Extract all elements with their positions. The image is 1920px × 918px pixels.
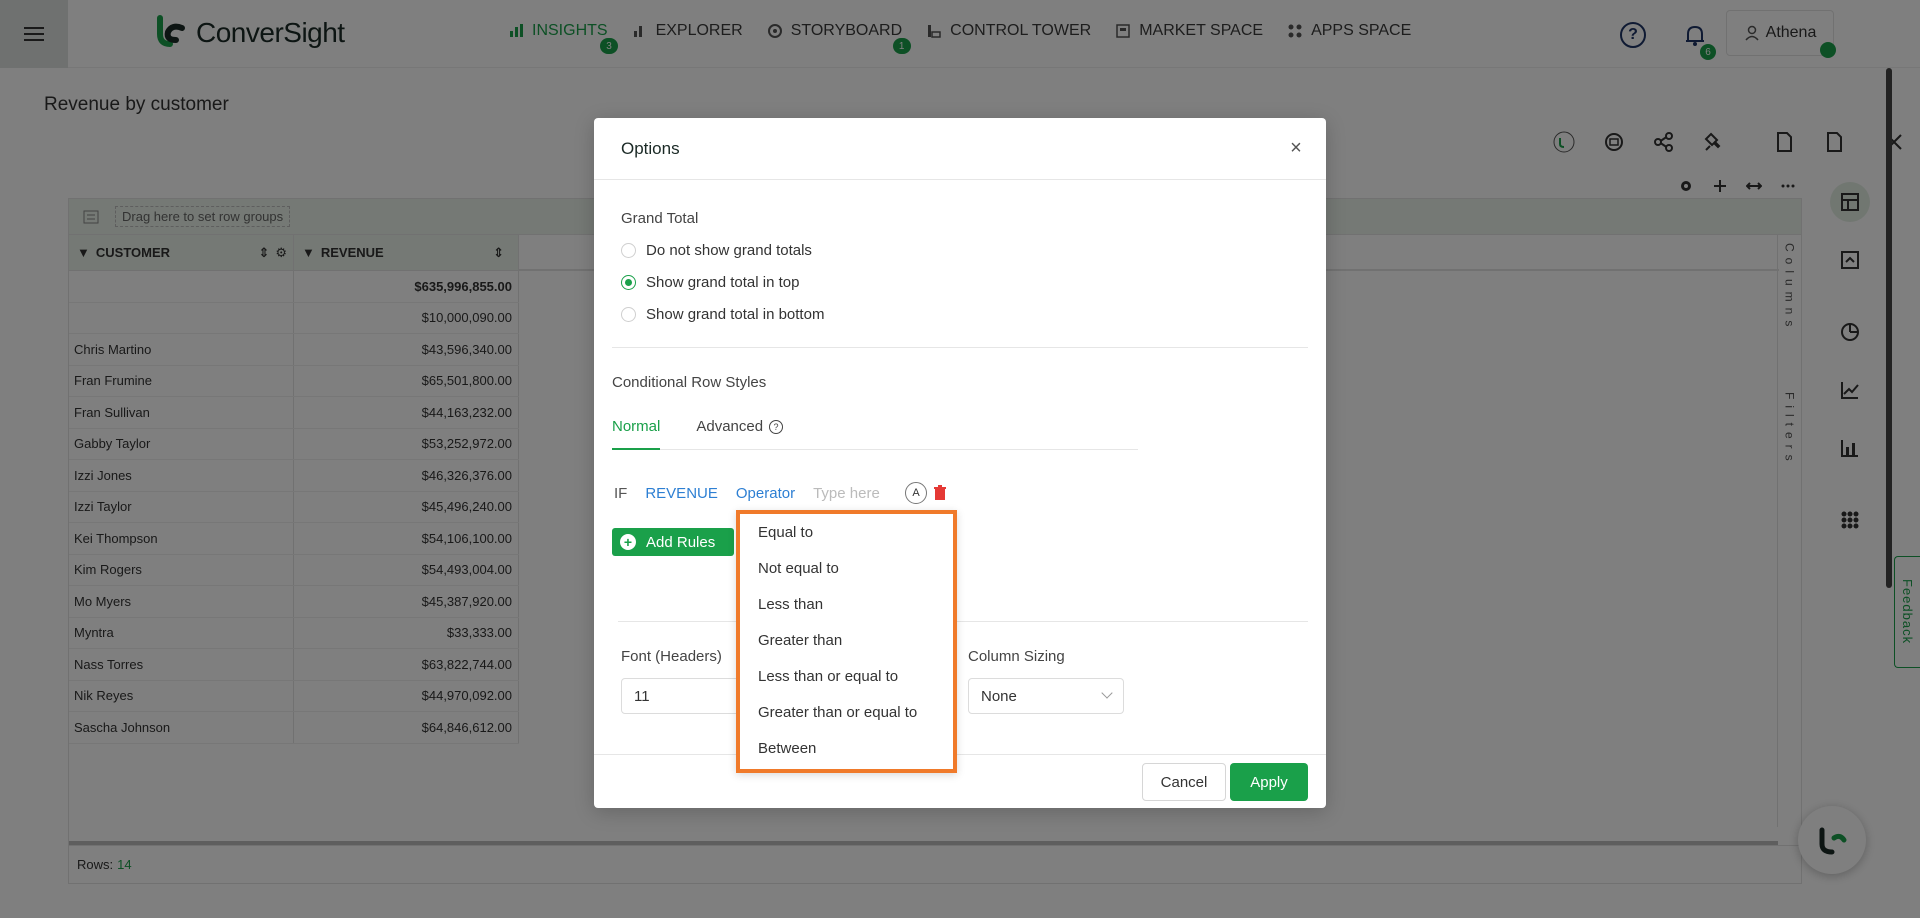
dialog-header: Options × xyxy=(594,118,1326,180)
radio-button[interactable] xyxy=(621,307,636,322)
font-headers-value: 11 xyxy=(634,687,650,705)
radio-grand-total-top[interactable]: Show grand total in top xyxy=(621,274,799,291)
operator-option-less-than-or-equal-to[interactable]: Less than or equal to xyxy=(740,658,953,694)
operator-option-between[interactable]: Between xyxy=(740,730,953,766)
operator-dropdown: Equal to Not equal to Less than Greater … xyxy=(736,510,957,773)
options-dialog: Options × Grand Total Do not show grand … xyxy=(594,118,1326,808)
radio-label: Show grand total in bottom xyxy=(646,306,825,323)
rule-operator-selector[interactable]: Operator xyxy=(736,485,795,502)
help-icon[interactable]: ? xyxy=(769,420,784,434)
conditional-tabs: Normal Advanced ? xyxy=(612,412,1138,450)
dialog-footer: Cancel Apply xyxy=(594,754,1326,808)
column-sizing-select[interactable]: None xyxy=(968,678,1124,714)
column-sizing-value: None xyxy=(981,687,1017,705)
column-sizing-label: Column Sizing xyxy=(968,648,1065,665)
condition-rule-row: IF REVENUE Operator Type here A xyxy=(614,482,947,504)
operator-option-equal-to[interactable]: Equal to xyxy=(740,514,953,550)
add-rules-label: Add Rules xyxy=(646,533,716,551)
operator-option-greater-than-or-equal-to[interactable]: Greater than or equal to xyxy=(740,694,953,730)
radio-label: Do not show grand totals xyxy=(646,242,812,259)
cancel-button[interactable]: Cancel xyxy=(1142,763,1226,801)
radio-button[interactable] xyxy=(621,243,636,258)
operator-option-not-equal-to[interactable]: Not equal to xyxy=(740,550,953,586)
dialog-title: Options xyxy=(621,138,680,158)
divider xyxy=(618,621,1308,622)
close-icon[interactable]: × xyxy=(1286,138,1306,158)
chevron-down-icon xyxy=(1101,687,1113,699)
apply-button[interactable]: Apply xyxy=(1230,763,1308,801)
tab-advanced-label: Advanced xyxy=(696,418,764,435)
operator-option-less-than[interactable]: Less than xyxy=(740,586,953,622)
radio-label: Show grand total in top xyxy=(646,274,800,291)
radio-button[interactable] xyxy=(621,275,636,290)
trash-icon[interactable] xyxy=(933,485,947,501)
plus-icon: + xyxy=(620,534,636,550)
radio-no-grand-total[interactable]: Do not show grand totals xyxy=(621,242,812,259)
tab-normal[interactable]: Normal xyxy=(612,412,661,450)
grand-total-title: Grand Total xyxy=(621,210,699,227)
text-style-button[interactable]: A xyxy=(905,482,928,504)
conditional-row-styles-title: Conditional Row Styles xyxy=(612,374,767,391)
rule-field-selector[interactable]: REVENUE xyxy=(645,485,718,502)
rule-value-input[interactable]: Type here xyxy=(813,485,893,502)
operator-option-greater-than[interactable]: Greater than xyxy=(740,622,953,658)
divider xyxy=(612,347,1308,348)
tab-advanced[interactable]: Advanced ? xyxy=(696,412,784,449)
tab-normal-label: Normal xyxy=(612,418,661,435)
radio-grand-total-bottom[interactable]: Show grand total in bottom xyxy=(621,306,824,323)
font-headers-label: Font (Headers) xyxy=(621,648,722,665)
add-rules-button[interactable]: + Add Rules xyxy=(612,528,734,556)
rule-if-label: IF xyxy=(614,484,628,502)
